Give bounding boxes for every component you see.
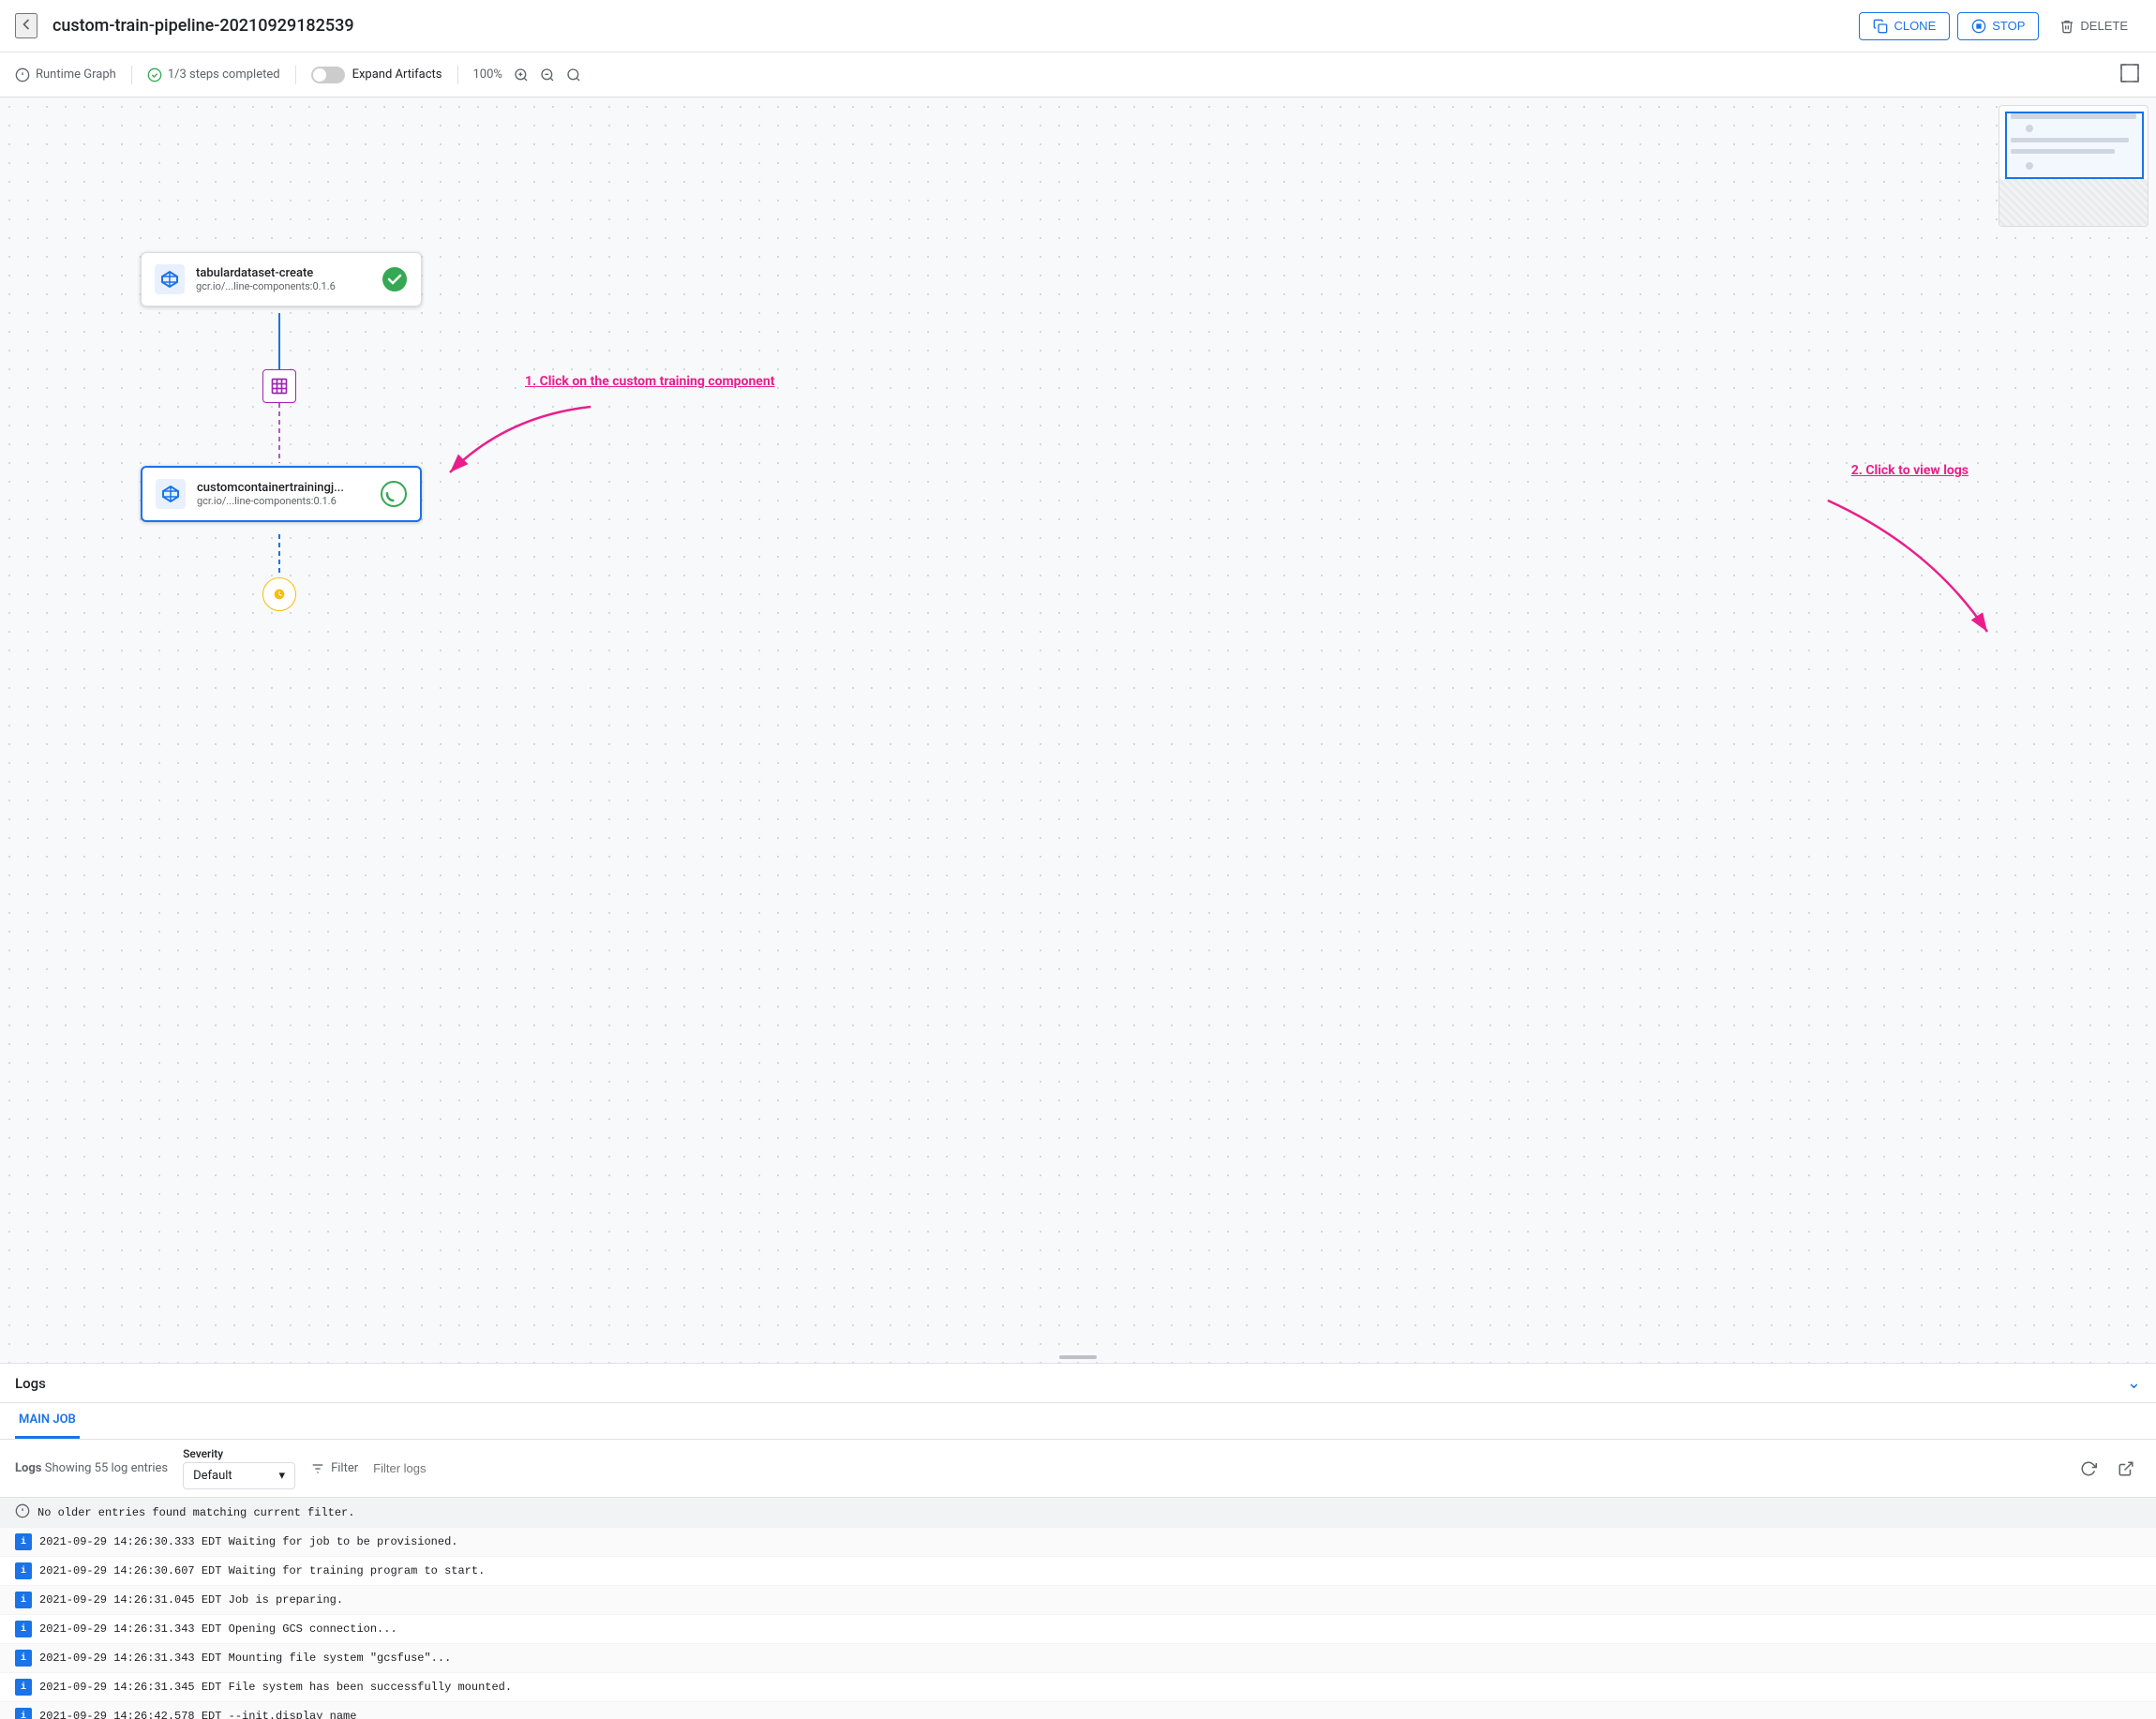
log-badge-info: i <box>15 1679 32 1696</box>
toggle-thumb <box>313 68 326 82</box>
node2-sub: gcr.io/...line-components:0.1.6 <box>197 495 369 507</box>
log-badge-info: i <box>15 1708 32 1719</box>
logs-title: Logs <box>15 1375 46 1392</box>
refresh-logs-button[interactable] <box>2074 1454 2104 1484</box>
node1-icon <box>155 264 185 294</box>
runtime-graph-btn[interactable]: Runtime Graph <box>15 67 116 82</box>
node1-info: tabulardataset-create gcr.io/...line-com… <box>196 266 370 292</box>
toolbar-divider-2 <box>295 66 296 84</box>
severity-dropdown[interactable]: Default ▾ <box>183 1462 295 1489</box>
stop-button[interactable]: STOP <box>1957 12 2039 40</box>
node1-name: tabulardataset-create <box>196 266 370 280</box>
node1-status <box>382 266 408 292</box>
zoom-in-button[interactable] <box>510 64 532 86</box>
expand-artifacts-toggle[interactable]: Expand Artifacts <box>311 67 442 83</box>
logs-tabs: MAIN JOB <box>0 1403 2156 1440</box>
annotation-arrow-1 <box>431 397 600 491</box>
pipeline-canvas[interactable]: tabulardataset-create gcr.io/...line-com… <box>0 97 2156 1363</box>
pipeline-title: custom-train-pipeline-20210929182539 <box>52 16 1859 36</box>
node2-status <box>381 481 407 507</box>
filter-button[interactable]: Filter <box>310 1461 358 1476</box>
log-entry: i2021-09-29 14:26:31.045 EDT Job is prep… <box>0 1586 2156 1615</box>
clone-button[interactable]: CLONE <box>1859 12 1950 40</box>
node-tabulardataset-create[interactable]: tabulardataset-create gcr.io/...line-com… <box>141 252 422 306</box>
annotation-arrow-2 <box>1819 491 2006 641</box>
annotation-1: 1. Click on the custom training componen… <box>525 374 774 389</box>
log-badge-info: i <box>15 1533 32 1550</box>
node2-name: customcontainertrainingj... <box>197 481 369 495</box>
main-job-tab[interactable]: MAIN JOB <box>15 1403 80 1439</box>
log-entry: i2021-09-29 14:26:31.345 EDT File system… <box>0 1673 2156 1702</box>
toggle-switch[interactable] <box>311 67 345 83</box>
resize-handle[interactable] <box>1059 1355 1097 1359</box>
logs-body[interactable]: No older entries found matching current … <box>0 1498 2156 1719</box>
log-entry: i2021-09-29 14:26:31.343 EDT Mounting fi… <box>0 1644 2156 1673</box>
logs-actions <box>2074 1454 2141 1484</box>
back-button[interactable] <box>15 13 37 38</box>
delete-button[interactable]: DELETE <box>2046 13 2141 39</box>
header-actions: CLONE STOP DELETE <box>1859 12 2141 40</box>
fullscreen-icon[interactable] <box>2119 62 2141 84</box>
log-badge-info: i <box>15 1621 32 1637</box>
log-badge-info: i <box>15 1592 32 1608</box>
node1-sub: gcr.io/...line-components:0.1.6 <box>196 280 370 292</box>
logs-header: Logs ⌄ <box>0 1364 2156 1403</box>
mini-map <box>1999 105 2149 227</box>
logs-section: Logs ⌄ MAIN JOB Logs Showing 55 log entr… <box>0 1363 2156 1719</box>
open-external-button[interactable] <box>2111 1454 2141 1484</box>
logs-expand-button[interactable]: ⌄ <box>2127 1373 2141 1393</box>
pending-node[interactable] <box>262 577 296 611</box>
filter-input[interactable] <box>373 1461 2059 1475</box>
node-customcontainertraining[interactable]: customcontainertrainingj... gcr.io/...li… <box>141 466 422 522</box>
log-badge-info: i <box>15 1650 32 1667</box>
log-entry: i2021-09-29 14:26:31.343 EDT Opening GCS… <box>0 1615 2156 1644</box>
mini-map-viewport <box>2005 112 2144 179</box>
annotation-2: 2. Click to view logs <box>1851 463 1969 478</box>
log-entry: i2021-09-29 14:26:42.578 EDT --init.disp… <box>0 1702 2156 1719</box>
node2-info: customcontainertrainingj... gcr.io/...li… <box>197 481 369 507</box>
header: custom-train-pipeline-20210929182539 CLO… <box>0 0 2156 52</box>
log-entry: i2021-09-29 14:26:30.607 EDT Waiting for… <box>0 1557 2156 1586</box>
logs-controls: Logs Showing 55 log entries Severity Def… <box>0 1440 2156 1498</box>
artifact-node[interactable] <box>262 369 296 403</box>
zoom-reset-button[interactable] <box>562 64 585 86</box>
toolbar: Runtime Graph 1/3 steps completed Expand… <box>0 52 2156 97</box>
main-area: tabulardataset-create gcr.io/...line-com… <box>0 97 2156 1719</box>
node2-icon <box>156 479 186 509</box>
zoom-controls: 100% <box>473 64 585 86</box>
steps-completed: 1/3 steps completed <box>147 67 280 82</box>
log-entry-header: No older entries found matching current … <box>0 1498 2156 1528</box>
log-badge-info: i <box>15 1562 32 1579</box>
zoom-out-button[interactable] <box>536 64 559 86</box>
toolbar-divider-1 <box>131 66 132 84</box>
log-entry: i2021-09-29 14:26:30.333 EDT Waiting for… <box>0 1528 2156 1557</box>
logs-count: Logs Showing 55 log entries <box>15 1461 168 1475</box>
severity-container: Severity Default ▾ <box>183 1447 295 1489</box>
toolbar-divider-3 <box>457 66 458 84</box>
